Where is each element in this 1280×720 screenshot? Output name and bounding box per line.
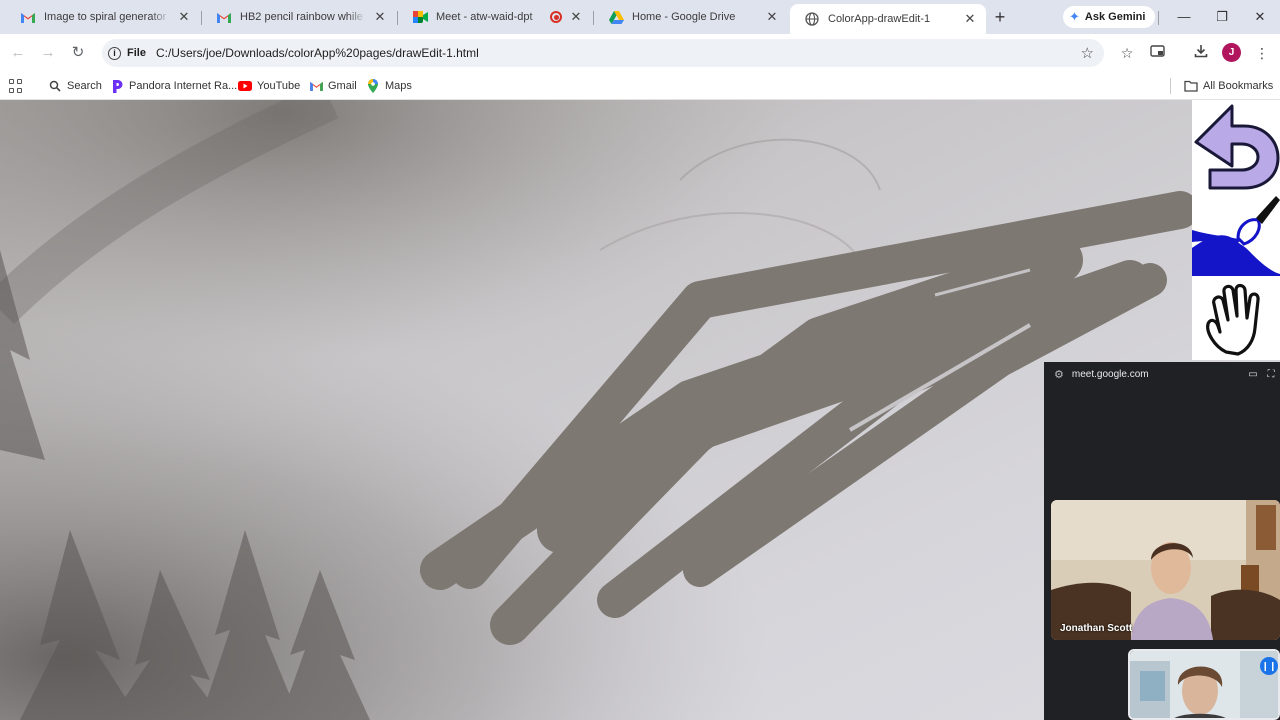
forward-icon[interactable]: → bbox=[37, 42, 59, 64]
pip-header: ⚙ meet.google.com ▭ ⛶ bbox=[1044, 362, 1280, 386]
paint-brush-icon bbox=[1192, 196, 1280, 276]
back-icon[interactable]: ← bbox=[7, 42, 29, 64]
bookmark-label: YouTube bbox=[257, 80, 301, 92]
recording-icon bbox=[550, 11, 562, 23]
tab-title: Image to spiral generator - joe bbox=[44, 11, 170, 23]
ask-gemini-button[interactable]: ✦ Ask Gemini bbox=[1063, 6, 1156, 28]
tab-google-drive[interactable]: Home - Google Drive ✕ bbox=[594, 4, 788, 30]
bookmark-youtube[interactable]: YouTube bbox=[238, 77, 300, 95]
folder-icon bbox=[1184, 79, 1198, 93]
new-tab-button[interactable]: + bbox=[990, 8, 1010, 28]
gmail-icon bbox=[309, 79, 323, 93]
undo-arrow-icon bbox=[1194, 104, 1280, 190]
globe-icon bbox=[804, 11, 820, 27]
hand-icon bbox=[1206, 283, 1260, 356]
tab-strip: Image to spiral generator - joe ✕ HB2 pe… bbox=[0, 0, 1280, 34]
bookmark-label: Maps bbox=[385, 80, 412, 92]
window-close-icon[interactable]: ✕ bbox=[1248, 8, 1272, 26]
bookmark-pandora[interactable]: Pandora Internet Ra... bbox=[110, 77, 237, 95]
expand-icon[interactable]: ⛶ bbox=[1262, 369, 1280, 380]
apps-grid-icon[interactable] bbox=[9, 79, 23, 93]
chip-label: File bbox=[127, 47, 146, 59]
close-icon[interactable]: ✕ bbox=[568, 9, 584, 25]
profile-avatar[interactable]: J bbox=[1222, 43, 1241, 62]
gemini-sparkle-icon: ✦ bbox=[1069, 9, 1080, 24]
bookmark-search[interactable]: Search bbox=[48, 77, 102, 95]
reload-icon[interactable]: ↻ bbox=[67, 42, 89, 64]
hand-pan-tool[interactable] bbox=[1192, 276, 1280, 360]
tab-spiral-generator[interactable]: Image to spiral generator - joe ✕ bbox=[6, 4, 200, 30]
tune-icon[interactable]: ⚙ bbox=[1054, 368, 1064, 381]
meet-icon bbox=[412, 9, 428, 25]
url-text[interactable]: C:/Users/joe/Downloads/colorApp%20pages/… bbox=[156, 46, 479, 60]
participant-tile[interactable]: Jonathan Scott bbox=[1051, 500, 1280, 640]
browser-toolbar: ← → ↻ i File C:/Users/joe/Downloads/colo… bbox=[0, 34, 1280, 72]
maps-icon bbox=[366, 79, 380, 93]
bookmark-label: Search bbox=[67, 80, 102, 92]
participant-video bbox=[1051, 500, 1280, 640]
download-icon[interactable] bbox=[1190, 42, 1212, 64]
close-icon[interactable]: ✕ bbox=[962, 11, 978, 27]
paint-brush-tool[interactable] bbox=[1192, 190, 1280, 276]
tab-hb2-pencil[interactable]: HB2 pencil rainbow while watc ✕ bbox=[202, 4, 396, 30]
gmail-icon bbox=[20, 9, 36, 25]
close-icon[interactable]: ✕ bbox=[372, 9, 388, 25]
meet-picture-in-picture: ⚙ meet.google.com ▭ ⛶ Jonathan Scott ❙❙ bbox=[1044, 362, 1280, 720]
gemini-label: Ask Gemini bbox=[1084, 11, 1146, 23]
tab-meet[interactable]: Meet - atw-waid-dpt ✕ bbox=[398, 4, 592, 30]
kebab-menu-icon[interactable]: ⋮ bbox=[1251, 42, 1273, 64]
tab-title: HB2 pencil rainbow while watc bbox=[240, 11, 366, 23]
address-bar[interactable]: i File C:/Users/joe/Downloads/colorApp%2… bbox=[102, 39, 1104, 67]
all-bookmarks-button[interactable]: All Bookmarks bbox=[1184, 77, 1273, 95]
bookmark-manager-icon[interactable]: ☆ bbox=[1116, 42, 1138, 64]
speaking-indicator-icon: ❙❙ bbox=[1260, 657, 1278, 675]
bookmark-label: Gmail bbox=[328, 80, 357, 92]
undo-button[interactable] bbox=[1192, 100, 1280, 190]
tab-colorapp-active[interactable]: ColorApp-drawEdit-1 ✕ bbox=[790, 4, 986, 34]
participant-name: Jonathan Scott bbox=[1060, 623, 1133, 634]
info-icon: i bbox=[108, 46, 121, 60]
bookmark-gmail[interactable]: Gmail bbox=[309, 77, 357, 95]
all-bookmarks-label: All Bookmarks bbox=[1203, 80, 1274, 92]
gmail-icon bbox=[216, 9, 232, 25]
back-to-tab-icon[interactable]: ▭ bbox=[1244, 369, 1262, 380]
bookmark-label: Pandora Internet Ra... bbox=[129, 80, 238, 92]
search-icon bbox=[48, 79, 62, 93]
self-view-tile[interactable]: ❙❙ bbox=[1128, 649, 1280, 720]
restore-icon[interactable]: ❐ bbox=[1210, 8, 1234, 26]
drive-icon bbox=[608, 9, 624, 25]
bookmarks-bar: Search Pandora Internet Ra... YouTube Gm… bbox=[0, 72, 1280, 100]
pandora-icon bbox=[110, 79, 124, 93]
site-info-chip[interactable]: i File bbox=[108, 46, 156, 60]
cast-icon[interactable] bbox=[1146, 42, 1168, 64]
tab-title: Meet - atw-waid-dpt bbox=[436, 11, 533, 23]
bookmark-star-icon[interactable]: ☆ bbox=[1081, 44, 1094, 62]
youtube-icon bbox=[238, 79, 252, 93]
close-icon[interactable]: ✕ bbox=[176, 9, 192, 25]
bookmark-maps[interactable]: Maps bbox=[366, 77, 412, 95]
tab-title: Home - Google Drive bbox=[632, 11, 736, 23]
self-video bbox=[1130, 651, 1278, 718]
minimize-icon[interactable]: — bbox=[1172, 8, 1196, 26]
pip-host: meet.google.com bbox=[1071, 368, 1149, 380]
tab-title: ColorApp-drawEdit-1 bbox=[828, 13, 931, 25]
close-icon[interactable]: ✕ bbox=[764, 9, 780, 25]
